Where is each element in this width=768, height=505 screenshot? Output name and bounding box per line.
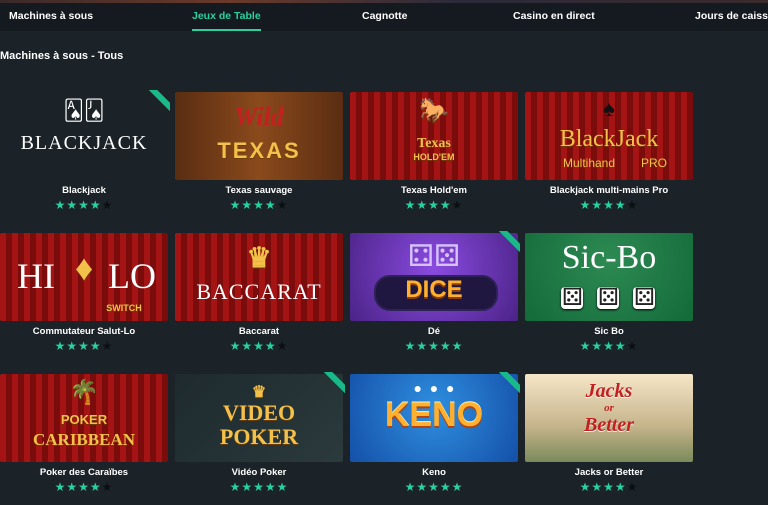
game-name: Poker des Caraïbes [39, 467, 129, 478]
game-thumbnail[interactable]: HI ♦ LO SWITCH [0, 233, 168, 321]
game-name: Texas sauvage [225, 185, 293, 196]
dice-icon: ⚃⚄ [407, 240, 461, 273]
new-ribbon [494, 372, 520, 398]
game-card-keno[interactable]: ● ● ● KENO Keno ★★★★★ [350, 374, 518, 494]
rating-stars: ★★★★★ [229, 339, 289, 353]
new-ribbon [319, 372, 345, 398]
rating-stars: ★★★★★ [404, 339, 464, 353]
game-thumbnail[interactable]: 🂡🂫 BLACKJACK [0, 92, 168, 180]
rating-stars: ★★★★★ [229, 198, 289, 212]
tab-jours-de-caisse[interactable]: Jours de caisse [695, 3, 768, 31]
game-card-commutateur-salut-lo[interactable]: HI ♦ LO SWITCH Commutateur Salut-Lo ★★★★… [0, 233, 168, 353]
rating-stars: ★★★★★ [54, 339, 114, 353]
game-card-jacks-or-better[interactable]: Jacks or Better Jacks or Better ★★★★★ [525, 374, 693, 494]
game-name: Texas Hold'em [401, 185, 467, 196]
game-thumbnail[interactable]: Wild TEXAS [175, 92, 343, 180]
game-thumbnail[interactable]: 🌴 POKER CARIBBEAN [0, 374, 168, 462]
tab-machines-a-sous[interactable]: Machines à sous [9, 3, 93, 31]
category-nav: Machines à sous Jeux de Table Cagnotte C… [0, 3, 768, 31]
game-name: Blackjack [62, 185, 106, 196]
game-card-texas-holdem[interactable]: 🐎 Texas HOLD'EM Texas Hold'em ★★★★★ [350, 92, 518, 212]
section-title: Machines à sous - Tous [0, 50, 124, 62]
new-ribbon [494, 231, 520, 257]
game-name: Sic Bo [594, 326, 624, 337]
game-name: Blackjack multi-mains Pro [549, 185, 669, 196]
game-thumbnail[interactable]: ⚃⚄ DICE [350, 233, 518, 321]
rating-stars: ★★★★★ [404, 480, 464, 494]
rating-stars: ★★★★★ [54, 198, 114, 212]
die-icon [597, 283, 619, 312]
game-name: Baccarat [238, 326, 280, 337]
tab-cagnotte[interactable]: Cagnotte [362, 3, 408, 31]
game-name: Jacks or Better [574, 467, 644, 478]
die-icon [633, 283, 655, 312]
cowboy-icon: 🐎 [419, 97, 449, 124]
die-icon [561, 283, 583, 312]
new-ribbon [144, 90, 170, 116]
game-thumbnail[interactable]: ♛ BACCARAT [175, 233, 343, 321]
game-thumbnail[interactable]: ● ● ● KENO [350, 374, 518, 462]
game-name: Keno [422, 467, 446, 478]
rating-stars: ★★★★★ [229, 480, 289, 494]
game-thumbnail[interactable]: ♛ VIDEO POKER [175, 374, 343, 462]
game-card-video-poker[interactable]: ♛ VIDEO POKER Vidéo Poker ★★★★★ [175, 374, 343, 494]
game-name: Vidéo Poker [231, 467, 287, 478]
game-name: Commutateur Salut-Lo [32, 326, 136, 337]
tab-casino-en-direct[interactable]: Casino en direct [513, 3, 595, 31]
game-name: Dé [427, 326, 441, 337]
game-card-sic-bo[interactable]: Sic-Bo Sic Bo ★★★★★ [525, 233, 693, 353]
game-thumbnail[interactable]: ♠ BlackJack Multihand PRO [525, 92, 693, 180]
crown-icon: ♛ [251, 384, 267, 401]
rating-stars: ★★★★★ [579, 339, 639, 353]
game-card-poker-des-caraibes[interactable]: 🌴 POKER CARIBBEAN Poker des Caraïbes ★★★… [0, 374, 168, 494]
game-thumbnail[interactable]: 🐎 Texas HOLD'EM [350, 92, 518, 180]
domes-icon: ♛ [246, 242, 272, 273]
game-card-baccarat[interactable]: ♛ BACCARAT Baccarat ★★★★★ [175, 233, 343, 353]
game-card-blackjack-multi-mains-pro[interactable]: ♠ BlackJack Multihand PRO Blackjack mult… [525, 92, 693, 212]
rating-stars: ★★★★★ [579, 480, 639, 494]
game-thumbnail[interactable]: Sic-Bo [525, 233, 693, 321]
rating-stars: ★★★★★ [404, 198, 464, 212]
keno-balls-icon: ● ● ● [413, 380, 455, 396]
rating-stars: ★★★★★ [54, 480, 114, 494]
palm-tree-icon: 🌴 [69, 379, 99, 406]
game-card-blackjack[interactable]: 🂡🂫 BLACKJACK Blackjack ★★★★★ [0, 92, 168, 212]
game-thumbnail[interactable]: Jacks or Better [525, 374, 693, 462]
cards-icon: 🂡🂫 [63, 100, 105, 122]
tab-jeux-de-table[interactable]: Jeux de Table [192, 3, 261, 31]
game-card-de[interactable]: ⚃⚄ DICE Dé ★★★★★ [350, 233, 518, 353]
rating-stars: ★★★★★ [579, 198, 639, 212]
active-tab-underline [192, 29, 261, 31]
game-card-texas-sauvage[interactable]: Wild TEXAS Texas sauvage ★★★★★ [175, 92, 343, 212]
spade-icon: ♠ [603, 96, 615, 121]
